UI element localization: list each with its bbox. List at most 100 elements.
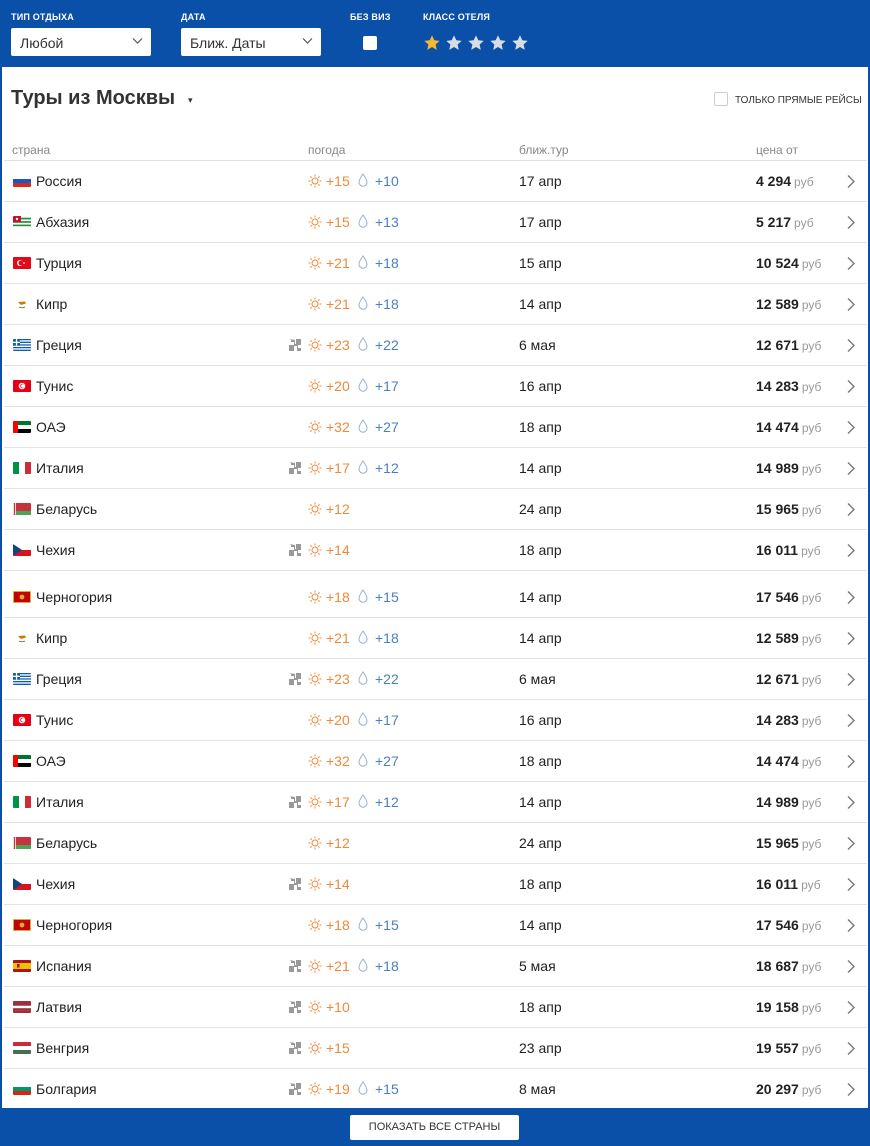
country-name[interactable]: Турция bbox=[36, 243, 82, 283]
price-from[interactable]: 14 283 руб bbox=[756, 366, 821, 406]
table-row[interactable]: Абхазия +15 +13 17 апр 5 217 руб bbox=[4, 202, 867, 243]
country-name[interactable]: Россия bbox=[36, 161, 82, 201]
country-name[interactable]: Тунис bbox=[36, 366, 73, 406]
country-name[interactable]: Венгрия bbox=[36, 1028, 89, 1068]
chevron-right-icon bbox=[847, 462, 855, 475]
table-row[interactable]: Греция +23 +22 6 мая 12 671 руб bbox=[4, 659, 867, 700]
table-row[interactable]: Кипр +21 +18 14 апр 12 589 руб bbox=[4, 284, 867, 325]
price-from[interactable]: 18 687 руб bbox=[756, 946, 821, 986]
table-row[interactable]: Россия +15 +10 17 апр 4 294 руб bbox=[4, 161, 867, 202]
country-name[interactable]: Испания bbox=[36, 946, 92, 986]
nearest-tour-date: 14 апр bbox=[519, 794, 562, 810]
price-from[interactable]: 17 546 руб bbox=[756, 571, 821, 623]
price-from[interactable]: 12 589 руб bbox=[756, 618, 821, 658]
price-from[interactable]: 16 011 руб bbox=[756, 530, 821, 570]
price-from[interactable]: 12 589 руб bbox=[756, 284, 821, 324]
flag-lv-icon bbox=[13, 1001, 31, 1013]
country-name[interactable]: Кипр bbox=[36, 284, 67, 324]
water-drop-icon bbox=[358, 794, 368, 808]
flag-it-icon bbox=[13, 462, 31, 474]
country-name[interactable]: Беларусь bbox=[36, 823, 97, 863]
country-name[interactable]: Италия bbox=[36, 448, 84, 488]
country-name[interactable]: ОАЭ bbox=[36, 741, 66, 781]
table-row[interactable]: Греция +23 +22 6 мая 12 671 руб bbox=[4, 325, 867, 366]
country-name[interactable]: Абхазия bbox=[36, 202, 89, 242]
country-name[interactable]: Болгария bbox=[36, 1069, 97, 1109]
price-from[interactable]: 10 524 руб bbox=[756, 243, 821, 283]
table-row[interactable]: ОАЭ +32 +27 18 апр 14 474 руб bbox=[4, 741, 867, 782]
country-name[interactable]: Чехия bbox=[36, 864, 75, 904]
country-name[interactable]: Чехия bbox=[36, 530, 75, 570]
country-name[interactable]: Черногория bbox=[36, 571, 112, 623]
water-temperature: +12 bbox=[375, 794, 399, 810]
price-from[interactable]: 5 217 руб bbox=[756, 202, 814, 242]
price-from[interactable]: 14 283 руб bbox=[756, 700, 821, 740]
chevron-right-icon bbox=[847, 1001, 855, 1014]
nearest-tour-date: 24 апр bbox=[519, 501, 562, 517]
table-row[interactable]: Венгрия +15 23 апр 19 557 руб bbox=[4, 1028, 867, 1069]
price-from[interactable]: 15 965 руб bbox=[756, 823, 821, 863]
direct-flights-checkbox[interactable] bbox=[714, 92, 728, 106]
hotel-class-stars bbox=[423, 34, 529, 54]
water-drop-icon bbox=[358, 958, 368, 972]
price-from[interactable]: 17 546 руб bbox=[756, 905, 821, 945]
price-from[interactable]: 14 989 руб bbox=[756, 782, 821, 822]
water-temperature: +10 bbox=[375, 173, 399, 189]
country-name[interactable]: Черногория bbox=[36, 905, 112, 945]
country-name[interactable]: Италия bbox=[36, 782, 84, 822]
table-row[interactable]: Болгария +19 +15 8 мая 20 297 руб bbox=[4, 1069, 867, 1110]
country-name[interactable]: Тунис bbox=[36, 700, 73, 740]
novisa-checkbox[interactable] bbox=[363, 36, 377, 50]
caret-down-icon[interactable]: ▾ bbox=[188, 95, 193, 106]
price-from[interactable]: 19 557 руб bbox=[756, 1028, 821, 1068]
direct-flights-label[interactable]: ТОЛЬКО ПРЯМЫЕ РЕЙСЫ bbox=[735, 95, 862, 106]
table-row[interactable]: Латвия +10 18 апр 19 158 руб bbox=[4, 987, 867, 1028]
price-value: 14 283 bbox=[756, 712, 799, 728]
table-row[interactable]: Беларусь +12 24 апр 15 965 руб bbox=[4, 823, 867, 864]
table-row[interactable]: Италия +17 +12 14 апр 14 989 руб bbox=[4, 448, 867, 489]
table-row[interactable]: Беларусь +12 24 апр 15 965 руб bbox=[4, 489, 867, 530]
table-row[interactable]: Тунис +20 +17 16 апр 14 283 руб bbox=[4, 366, 867, 407]
type-select[interactable]: Любой bbox=[11, 28, 151, 56]
price-from[interactable]: 14 474 руб bbox=[756, 741, 821, 781]
table-row[interactable]: Испания +21 +18 5 мая 18 687 руб bbox=[4, 946, 867, 987]
date-select[interactable]: Ближ. Даты bbox=[181, 28, 321, 56]
price-from[interactable]: 16 011 руб bbox=[756, 864, 821, 904]
price-from[interactable]: 12 671 руб bbox=[756, 659, 821, 699]
country-name[interactable]: Греция bbox=[36, 659, 82, 699]
country-name[interactable]: Кипр bbox=[36, 618, 67, 658]
star-icon[interactable] bbox=[511, 34, 529, 52]
chevron-down-icon bbox=[132, 38, 143, 44]
table-row[interactable]: Турция +21 +18 15 апр 10 524 руб bbox=[4, 243, 867, 284]
country-name[interactable]: Латвия bbox=[36, 987, 82, 1027]
price-from[interactable]: 14 474 руб bbox=[756, 407, 821, 447]
currency: руб bbox=[801, 755, 822, 769]
price-from[interactable]: 12 671 руб bbox=[756, 325, 821, 365]
table-row[interactable]: Черногория +18 +15 14 апр 17 546 руб bbox=[4, 905, 867, 946]
star-icon[interactable] bbox=[445, 34, 463, 52]
table-row[interactable]: Италия +17 +12 14 апр 14 989 руб bbox=[4, 782, 867, 823]
price-from[interactable]: 20 297 руб bbox=[756, 1069, 821, 1109]
page-title[interactable]: Туры из Москвы bbox=[11, 87, 175, 110]
star-icon[interactable] bbox=[489, 34, 507, 52]
water-temperature: +18 bbox=[375, 958, 399, 974]
show-all-countries-button[interactable]: ПОКАЗАТЬ ВСЕ СТРАНЫ bbox=[350, 1115, 519, 1140]
country-name[interactable]: Греция bbox=[36, 325, 82, 365]
price-from[interactable]: 4 294 руб bbox=[756, 161, 814, 201]
table-row[interactable]: ОАЭ +32 +27 18 апр 14 474 руб bbox=[4, 407, 867, 448]
price-from[interactable]: 14 989 руб bbox=[756, 448, 821, 488]
table-row[interactable]: Кипр +21 +18 14 апр 12 589 руб bbox=[4, 618, 867, 659]
visa-stamp-icon bbox=[289, 960, 301, 972]
table-row[interactable]: Тунис +20 +17 16 апр 14 283 руб bbox=[4, 700, 867, 741]
country-name[interactable]: Беларусь bbox=[36, 489, 97, 529]
star-icon[interactable] bbox=[467, 34, 485, 52]
price-from[interactable]: 19 158 руб bbox=[756, 987, 821, 1027]
star-icon[interactable] bbox=[423, 34, 441, 52]
table-row[interactable]: Чехия +14 18 апр 16 011 руб bbox=[4, 864, 867, 905]
chevron-right-icon bbox=[847, 339, 855, 352]
table-row[interactable]: Чехия +14 18 апр 16 011 руб bbox=[4, 530, 867, 571]
price-from[interactable]: 15 965 руб bbox=[756, 489, 821, 529]
table-row[interactable]: Черногория +18 +15 14 апр 17 546 руб bbox=[4, 571, 867, 618]
sun-icon bbox=[308, 297, 322, 311]
country-name[interactable]: ОАЭ bbox=[36, 407, 66, 447]
